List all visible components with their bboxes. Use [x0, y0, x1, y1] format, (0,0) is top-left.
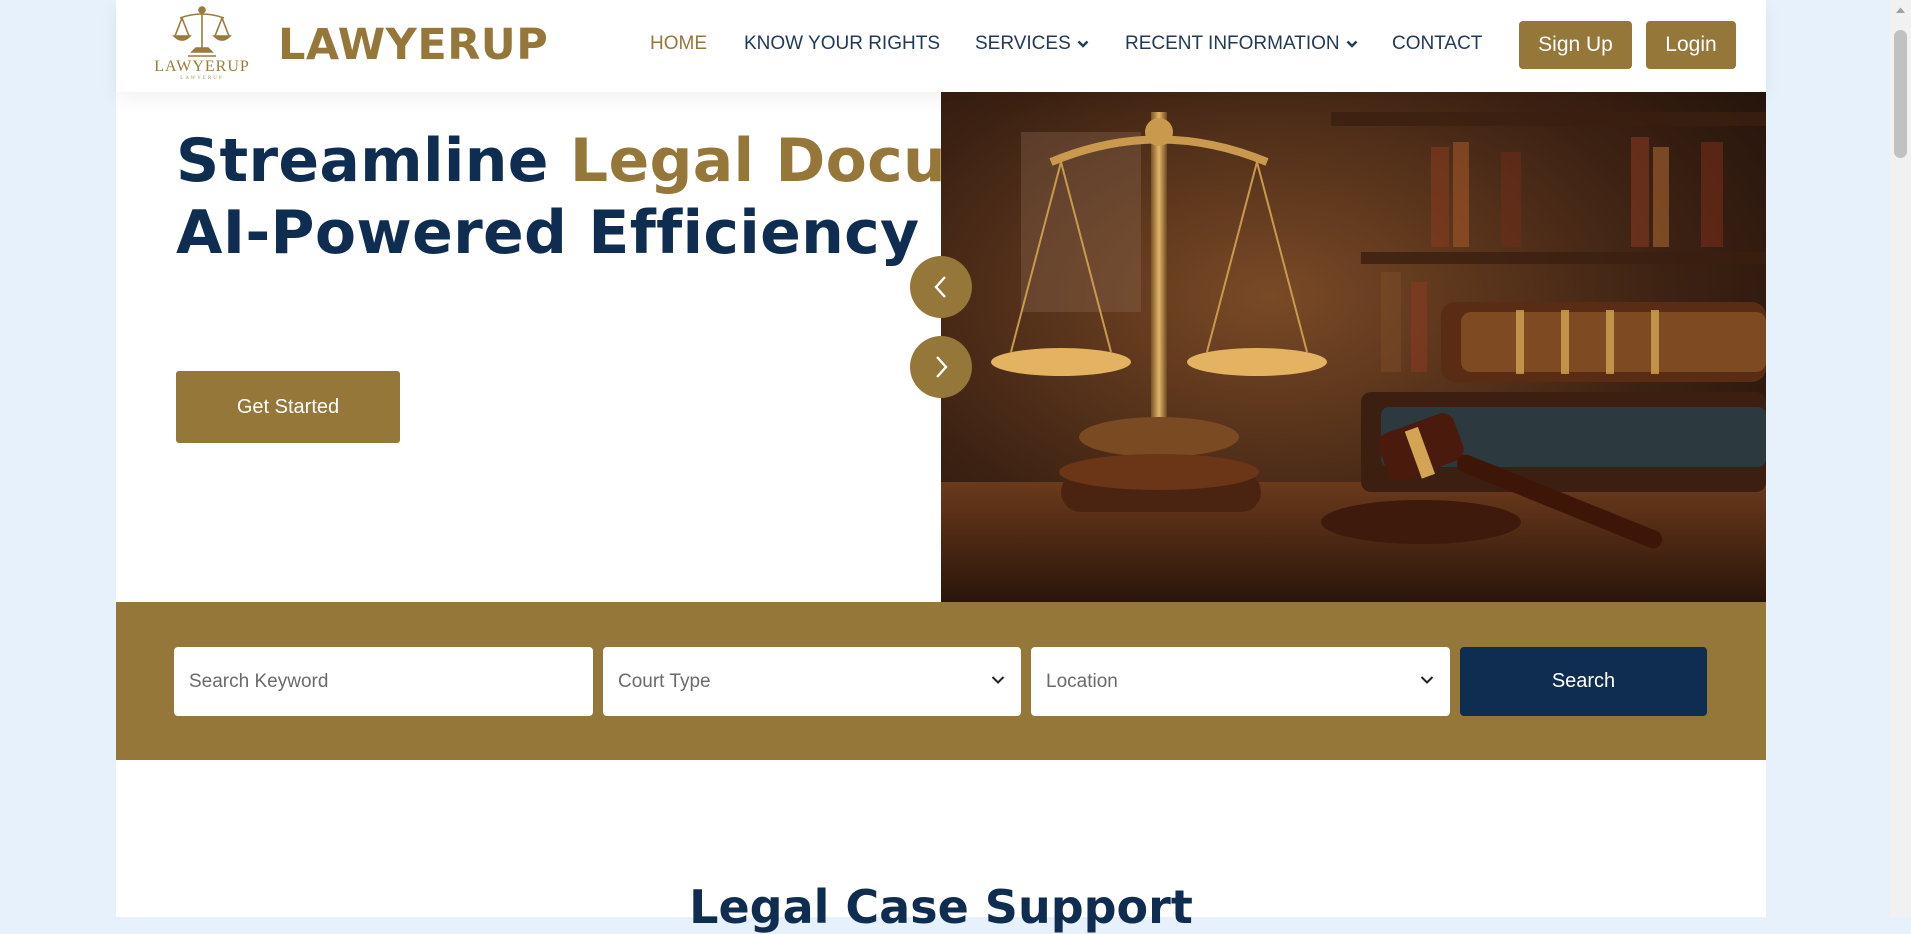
location-value: Location	[1046, 670, 1118, 692]
scales-logo-icon	[172, 6, 232, 57]
court-type-value: Court Type	[618, 670, 711, 692]
nav-services[interactable]: SERVICES	[975, 33, 1089, 55]
login-button[interactable]: Login	[1646, 21, 1736, 69]
page-scrollbar[interactable]	[1890, 0, 1911, 917]
logo-subtext: LAWYERUP	[180, 76, 224, 81]
scroll-up-icon[interactable]	[1895, 6, 1906, 14]
chevron-right-icon	[936, 356, 948, 378]
nav-home-label: HOME	[650, 33, 707, 54]
nav-know-your-rights-label: KNOW YOUR RIGHTS	[744, 33, 940, 54]
site-header: LAWYERUP LAWYERUP LAWYERUP HOME KNOW YOU…	[116, 0, 1766, 92]
nav-home[interactable]: HOME	[650, 33, 707, 55]
chevron-down-icon	[1077, 40, 1089, 48]
search-keyword-input[interactable]	[189, 670, 593, 693]
logo-text: LAWYERUP	[154, 58, 250, 75]
search-bar: Court Type Location Search	[116, 602, 1766, 760]
hero-title-line3: AI-Powered Efficiency	[176, 198, 920, 268]
search-keyword-field[interactable]	[174, 647, 593, 716]
scrollbar-thumb[interactable]	[1894, 30, 1907, 158]
court-type-select[interactable]: Court Type	[603, 647, 1021, 716]
brand-name[interactable]: LAWYERUP	[278, 20, 548, 70]
scales-of-justice-image-icon	[941, 92, 1766, 602]
logo[interactable]: LAWYERUP LAWYERUP	[144, 4, 260, 90]
chevron-left-icon	[934, 276, 946, 298]
carousel-prev-button[interactable]	[910, 256, 972, 318]
get-started-button[interactable]: Get Started	[176, 371, 400, 443]
nav-contact[interactable]: CONTACT	[1392, 33, 1482, 55]
sign-up-button[interactable]: Sign Up	[1519, 21, 1632, 69]
hero-title-part1: Streamline	[176, 126, 570, 196]
chevron-down-icon	[1420, 676, 1434, 684]
chevron-down-icon	[1346, 40, 1357, 48]
nav-recent-information[interactable]: RECENT INFORMATION	[1125, 33, 1358, 55]
location-select[interactable]: Location	[1031, 647, 1450, 716]
hero-image	[941, 92, 1766, 602]
nav-know-your-rights[interactable]: KNOW YOUR RIGHTS	[744, 33, 940, 55]
page: LAWYERUP LAWYERUP LAWYERUP HOME KNOW YOU…	[116, 0, 1766, 934]
nav-recent-information-label: RECENT INFORMATION	[1125, 33, 1340, 54]
chevron-down-icon	[991, 676, 1005, 684]
nav-services-label: SERVICES	[975, 33, 1071, 54]
nav-contact-label: CONTACT	[1392, 33, 1483, 54]
section-title: Legal Case Support	[689, 880, 1193, 934]
carousel-next-button[interactable]	[910, 336, 972, 398]
search-button[interactable]: Search	[1460, 647, 1707, 716]
